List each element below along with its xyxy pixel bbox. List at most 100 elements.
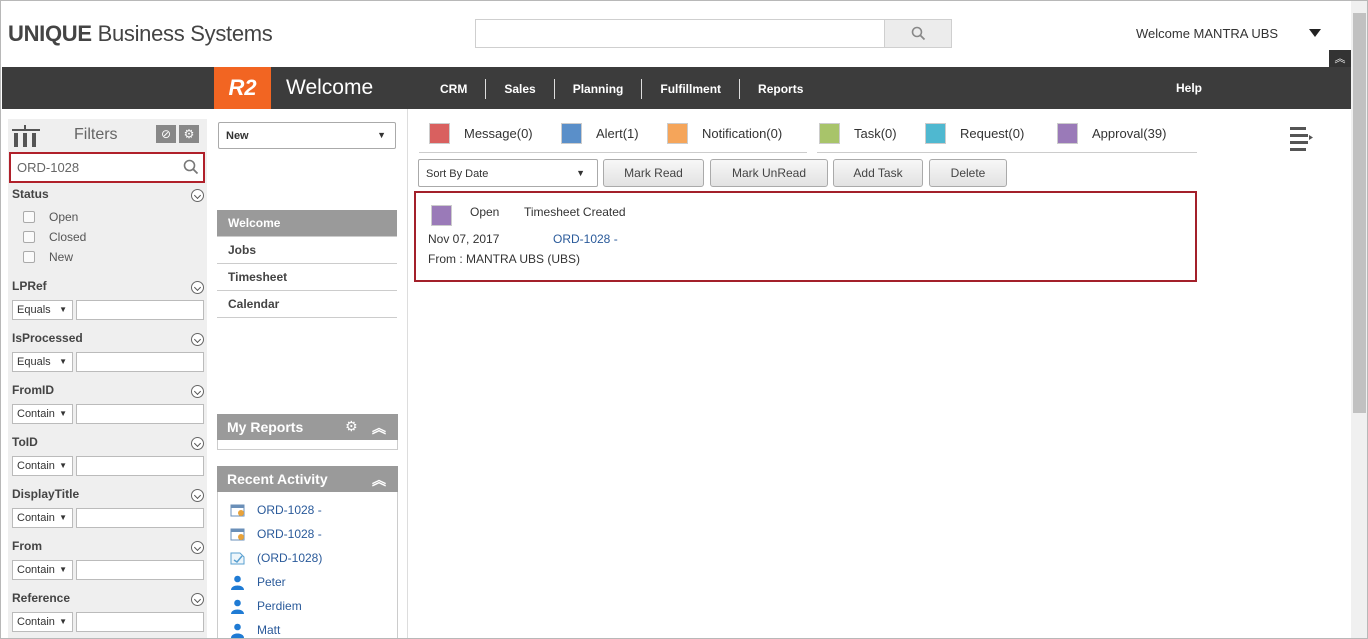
toid-operator-select[interactable]: Contain xyxy=(12,456,73,476)
filter-toid-label: ToID xyxy=(12,435,38,449)
chevron-down-icon[interactable] xyxy=(191,489,204,502)
side-menu-jobs[interactable]: Jobs xyxy=(217,237,397,264)
checkbox[interactable] xyxy=(23,251,35,263)
isprocessed-operator-select[interactable]: Equals xyxy=(12,352,73,372)
collapse-header-icon[interactable]: ︽ xyxy=(1329,50,1351,68)
recent-item[interactable]: Matt xyxy=(228,622,280,638)
category-alert[interactable]: Alert(1) xyxy=(561,123,639,144)
user-menu-caret-icon[interactable] xyxy=(1309,29,1321,37)
checkbox[interactable] xyxy=(23,231,35,243)
lpref-value-input[interactable] xyxy=(76,300,204,320)
filter-actions: ⊘ ⚙ xyxy=(156,125,199,143)
category-message[interactable]: Message(0) xyxy=(429,123,533,144)
nav-item-crm[interactable]: CRM xyxy=(422,79,485,99)
alert-color-swatch xyxy=(561,123,582,144)
toid-value-input[interactable] xyxy=(76,456,204,476)
gear-icon[interactable]: ⚙ xyxy=(345,418,358,435)
nav-item-reports[interactable]: Reports xyxy=(739,79,821,99)
collapse-up-icon[interactable]: ︽ xyxy=(372,470,386,490)
collapse-up-icon[interactable]: ︽ xyxy=(372,418,386,438)
from-operator-select[interactable]: Contain xyxy=(12,560,73,580)
lpref-operator-select[interactable]: Equals xyxy=(12,300,73,320)
global-search-input[interactable] xyxy=(476,20,884,47)
search-icon[interactable] xyxy=(183,159,199,175)
category-task[interactable]: Task(0) xyxy=(819,123,897,144)
message-date: Nov 07, 2017 xyxy=(428,232,500,246)
filter-search-input[interactable] xyxy=(11,154,181,181)
message-type: Timesheet Created xyxy=(524,205,626,219)
filters-title: Filters xyxy=(74,126,118,143)
filter-search xyxy=(9,152,205,183)
message-card[interactable]: Open Timesheet Created Nov 07, 2017 ORD-… xyxy=(414,191,1197,282)
mark-unread-button[interactable]: Mark UnRead xyxy=(710,159,828,187)
recent-item[interactable]: ORD-1028 - xyxy=(228,502,322,518)
filter-displaytitle-label: DisplayTitle xyxy=(12,487,80,501)
recent-activity-title: Recent Activity xyxy=(227,471,328,487)
message-reference-link[interactable]: ORD-1028 - xyxy=(553,232,618,246)
side-menu-timesheet[interactable]: Timesheet xyxy=(217,264,397,291)
welcome-user-text: Welcome MANTRA UBS xyxy=(1136,26,1279,41)
app-window: UNIQUE Business Systems Welcome MANTRA U… xyxy=(0,0,1368,639)
chevron-down-icon[interactable] xyxy=(191,541,204,554)
recent-item[interactable]: ORD-1028 - xyxy=(228,526,322,542)
hamburger-menu-icon[interactable] xyxy=(1289,126,1315,152)
chevron-down-icon[interactable] xyxy=(191,385,204,398)
vertical-scrollbar[interactable] xyxy=(1351,1,1367,638)
new-item-select[interactable]: New ▼ xyxy=(218,122,396,149)
message-color-swatch xyxy=(429,123,450,144)
r2-badge[interactable]: R2 xyxy=(214,67,271,109)
gear-icon[interactable]: ⚙ xyxy=(179,125,199,143)
clear-filter-icon[interactable]: ⊘ xyxy=(156,125,176,143)
document-icon xyxy=(228,550,246,566)
scrollbar-thumb[interactable] xyxy=(1353,13,1366,413)
category-notification[interactable]: Notification(0) xyxy=(667,123,782,144)
filter-reference-label: Reference xyxy=(12,591,71,605)
category-approval[interactable]: Approval(39) xyxy=(1057,123,1166,144)
filters-panel: Filters ⊘ ⚙ Status Open Closed New LPRef… xyxy=(8,119,207,638)
divider xyxy=(419,152,807,153)
category-request[interactable]: Request(0) xyxy=(925,123,1024,144)
side-menu-welcome[interactable]: Welcome xyxy=(217,210,397,237)
nav-item-planning[interactable]: Planning xyxy=(553,79,642,99)
from-value-input[interactable] xyxy=(76,560,204,580)
add-task-button[interactable]: Add Task xyxy=(833,159,923,187)
page-title: Welcome xyxy=(286,76,374,99)
chevron-down-icon[interactable] xyxy=(191,437,204,450)
side-menu-calendar[interactable]: Calendar xyxy=(217,291,397,318)
status-closed-option[interactable]: Closed xyxy=(23,230,86,244)
recent-item[interactable]: Peter xyxy=(228,574,286,590)
reference-operator-select[interactable]: Contain xyxy=(12,612,73,632)
recent-item[interactable]: Perdiem xyxy=(228,598,302,614)
global-search-button[interactable] xyxy=(884,20,951,47)
nav-item-help[interactable]: Help xyxy=(1176,81,1202,95)
chevron-down-icon[interactable] xyxy=(191,189,204,202)
message-from: From : MANTRA UBS (UBS) xyxy=(428,252,581,266)
displaytitle-value-input[interactable] xyxy=(76,508,204,528)
nav-item-sales[interactable]: Sales xyxy=(485,79,553,99)
filters-header: Filters ⊘ ⚙ xyxy=(8,119,207,149)
filter-lpref-label: LPRef xyxy=(12,279,47,293)
fromid-operator-select[interactable]: Contain xyxy=(12,404,73,424)
magnifier-icon xyxy=(911,26,925,41)
filter-fromid-label: FromID xyxy=(12,383,54,397)
sort-select[interactable]: Sort By Date ▼ xyxy=(418,159,598,187)
person-icon xyxy=(228,622,246,638)
reference-value-input[interactable] xyxy=(76,612,204,632)
status-new-option[interactable]: New xyxy=(23,250,73,264)
app-logo: UNIQUE Business Systems xyxy=(8,21,273,46)
status-open-option[interactable]: Open xyxy=(23,210,78,224)
delete-button[interactable]: Delete xyxy=(929,159,1007,187)
columns-icon[interactable] xyxy=(12,125,40,147)
chevron-down-icon[interactable] xyxy=(191,333,204,346)
chevron-down-icon[interactable] xyxy=(191,593,204,606)
mark-read-button[interactable]: Mark Read xyxy=(603,159,704,187)
fromid-value-input[interactable] xyxy=(76,404,204,424)
isprocessed-value-input[interactable] xyxy=(76,352,204,372)
checkbox[interactable] xyxy=(23,211,35,223)
nav-item-fulfillment[interactable]: Fulfillment xyxy=(641,79,739,99)
recent-item[interactable]: (ORD-1028) xyxy=(228,550,322,566)
recent-activity-header: Recent Activity ︽ xyxy=(217,466,398,492)
person-icon xyxy=(228,598,246,614)
displaytitle-operator-select[interactable]: Contain xyxy=(12,508,73,528)
chevron-down-icon[interactable] xyxy=(191,281,204,294)
